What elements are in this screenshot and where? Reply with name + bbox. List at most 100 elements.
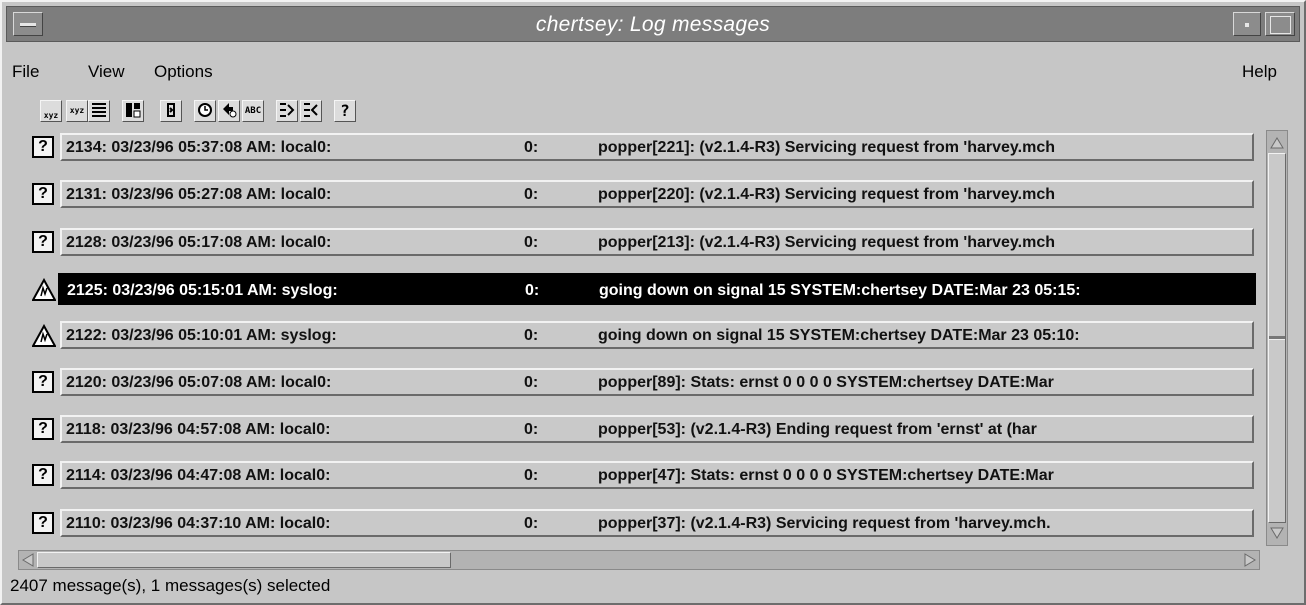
menu-bar: File View Options Help — [6, 44, 1300, 94]
log-row-message: going down on signal 15 SYSTEM:chertsey … — [599, 282, 1081, 299]
log-row-header: 2110: 03/23/96 04:37:10 AM: local0: — [66, 515, 331, 532]
clock-icon[interactable] — [194, 100, 216, 122]
clock-glyph — [198, 103, 212, 117]
xyz-grid-label: xyz — [43, 111, 59, 120]
log-row-priority: 0: — [524, 515, 539, 532]
warning-icon — [31, 323, 57, 347]
maximize-icon — [1270, 16, 1291, 34]
log-row-priority: 0: — [525, 282, 540, 299]
log-row-priority: 0: — [524, 186, 539, 203]
warning-glyph — [31, 323, 57, 347]
question-icon: ? — [32, 231, 54, 253]
log-row-header: 2128: 03/23/96 05:17:08 AM: local0: — [66, 234, 332, 251]
log-row-priority: 0: — [524, 467, 539, 484]
log-row-cell[interactable]: 2128: 03/23/96 05:17:08 AM: local0: 0: p… — [60, 228, 1254, 256]
horizontal-scroll-thumb[interactable] — [37, 552, 451, 568]
log-row-message: popper[221]: (v2.1.4-R3) Servicing reque… — [598, 139, 1055, 156]
arrow-clock-glyph — [223, 103, 237, 118]
log-row-cell[interactable]: 2131: 03/23/96 05:27:08 AM: local0: 0: p… — [60, 180, 1254, 208]
scroll-down-icon[interactable] — [1269, 525, 1285, 541]
list-view-glyph — [92, 103, 106, 117]
scroll-right-icon[interactable] — [1242, 552, 1258, 568]
abc-label: ABC — [244, 106, 262, 116]
scroll-up-icon[interactable] — [1269, 135, 1285, 151]
scroll-grip-icon — [1269, 336, 1285, 340]
log-row[interactable]: ? 2128: 03/23/96 05:17:08 AM: local0: 0:… — [20, 228, 1256, 256]
question-icon: ? — [32, 183, 54, 205]
log-row-priority: 0: — [524, 327, 539, 344]
log-row-header: 2114: 03/23/96 04:47:08 AM: local0: — [66, 467, 331, 484]
log-row-priority: 0: — [524, 374, 539, 391]
log-row[interactable]: ? 2120: 03/23/96 05:07:08 AM: local0: 0:… — [20, 368, 1256, 396]
log-row-cell[interactable]: 2114: 03/23/96 04:47:08 AM: local0: 0: p… — [60, 461, 1254, 489]
log-row-cell[interactable]: 2120: 03/23/96 05:07:08 AM: local0: 0: p… — [60, 368, 1254, 396]
columns-icon[interactable] — [122, 100, 144, 122]
xyz-flat-label: xyz — [69, 106, 85, 115]
warning-icon — [31, 277, 57, 301]
question-icon: ? — [32, 512, 54, 534]
question-icon: ? — [32, 418, 54, 440]
log-row-cell[interactable]: 2118: 03/23/96 04:57:08 AM: local0: 0: p… — [60, 415, 1254, 443]
log-row[interactable]: ? 2134: 03/23/96 05:37:08 AM: local0: 0:… — [20, 133, 1256, 161]
minimize-icon — [1245, 23, 1249, 27]
vertical-scrollbar[interactable] — [1266, 130, 1288, 546]
log-row-message: popper[213]: (v2.1.4-R3) Servicing reque… — [598, 234, 1055, 251]
log-row-header: 2118: 03/23/96 04:57:08 AM: local0: — [66, 421, 331, 438]
log-row-header: 2131: 03/23/96 05:27:08 AM: local0: — [66, 186, 332, 203]
page-flip-icon[interactable] — [160, 100, 182, 122]
log-row-priority: 0: — [524, 139, 539, 156]
warning-glyph — [31, 277, 57, 301]
log-row-message: going down on signal 15 SYSTEM:chertsey … — [598, 327, 1080, 344]
menu-file[interactable]: File — [12, 62, 39, 82]
vertical-scroll-thumb[interactable] — [1268, 153, 1286, 523]
log-row-message: popper[53]: (v2.1.4-R3) Ending request f… — [598, 421, 1037, 438]
window-title: chertsey: Log messages — [535, 13, 771, 36]
maximize-button[interactable] — [1265, 12, 1295, 36]
menu-help[interactable]: Help — [1242, 62, 1277, 82]
arrow-clock-icon[interactable] — [218, 100, 240, 122]
log-row-cell[interactable]: 2125: 03/23/96 05:15:01 AM: syslog: 0: g… — [58, 273, 1256, 305]
xyz-flat-icon[interactable]: xyz — [66, 100, 88, 122]
log-row[interactable]: 2122: 03/23/96 05:10:01 AM: syslog: 0: g… — [20, 321, 1256, 349]
log-row-priority: 0: — [524, 421, 539, 438]
log-row-header: 2125: 03/23/96 05:15:01 AM: syslog: — [67, 282, 338, 299]
log-row-selected[interactable]: 2125: 03/23/96 05:15:01 AM: syslog: 0: g… — [20, 273, 1256, 305]
log-row-message: popper[37]: (v2.1.4-R3) Servicing reques… — [598, 515, 1051, 532]
minimize-button[interactable] — [1233, 12, 1261, 36]
help-icon[interactable]: ? — [334, 100, 356, 122]
log-row-header: 2122: 03/23/96 05:10:01 AM: syslog: — [66, 327, 337, 344]
help-label: ? — [340, 101, 350, 120]
status-bar-text: 2407 message(s), 1 messages(s) selected — [10, 576, 331, 595]
wrap-right-glyph — [304, 103, 318, 117]
log-row-cell[interactable]: 2122: 03/23/96 05:10:01 AM: syslog: 0: g… — [60, 321, 1254, 349]
wrap-left-glyph — [280, 103, 295, 117]
scroll-left-icon[interactable] — [20, 552, 36, 568]
question-icon: ? — [32, 371, 54, 393]
wrap-right-icon[interactable] — [300, 100, 322, 122]
log-row-header: 2120: 03/23/96 05:07:08 AM: local0: — [66, 374, 332, 391]
log-messages-window: chertsey: Log messages File View Options… — [0, 0, 1306, 605]
page-flip-glyph — [167, 103, 175, 117]
question-icon: ? — [32, 464, 54, 486]
wrap-left-icon[interactable] — [276, 100, 298, 122]
log-row-cell[interactable]: 2110: 03/23/96 04:37:10 AM: local0: 0: p… — [60, 509, 1254, 537]
menu-options[interactable]: Options — [154, 62, 213, 82]
abc-icon[interactable]: ABC — [242, 100, 264, 122]
log-message-list[interactable]: ? 2134: 03/23/96 05:37:08 AM: local0: 0:… — [18, 130, 1260, 546]
log-row[interactable]: ? 2110: 03/23/96 04:37:10 AM: local0: 0:… — [20, 509, 1256, 537]
horizontal-scrollbar[interactable] — [18, 550, 1260, 570]
columns-glyph — [126, 103, 141, 118]
log-row-header: 2134: 03/23/96 05:37:08 AM: local0: — [66, 139, 332, 156]
log-row[interactable]: ? 2114: 03/23/96 04:47:08 AM: local0: 0:… — [20, 461, 1256, 489]
log-row-cell[interactable]: 2134: 03/23/96 05:37:08 AM: local0: 0: p… — [60, 133, 1254, 161]
log-row-priority: 0: — [524, 234, 539, 251]
log-row[interactable]: ? 2118: 03/23/96 04:57:08 AM: local0: 0:… — [20, 415, 1256, 443]
list-view-icon[interactable] — [88, 100, 110, 122]
title-bar[interactable]: chertsey: Log messages — [6, 6, 1300, 42]
menu-view[interactable]: View — [88, 62, 125, 82]
xyz-grid-icon[interactable]: xyz — [40, 100, 62, 122]
question-icon: ? — [32, 136, 54, 158]
log-row[interactable]: ? 2131: 03/23/96 05:27:08 AM: local0: 0:… — [20, 180, 1256, 208]
log-row-message: popper[89]: Stats: ernst 0 0 0 0 SYSTEM:… — [598, 374, 1054, 391]
log-row-message: popper[47]: Stats: ernst 0 0 0 0 SYSTEM:… — [598, 467, 1054, 484]
